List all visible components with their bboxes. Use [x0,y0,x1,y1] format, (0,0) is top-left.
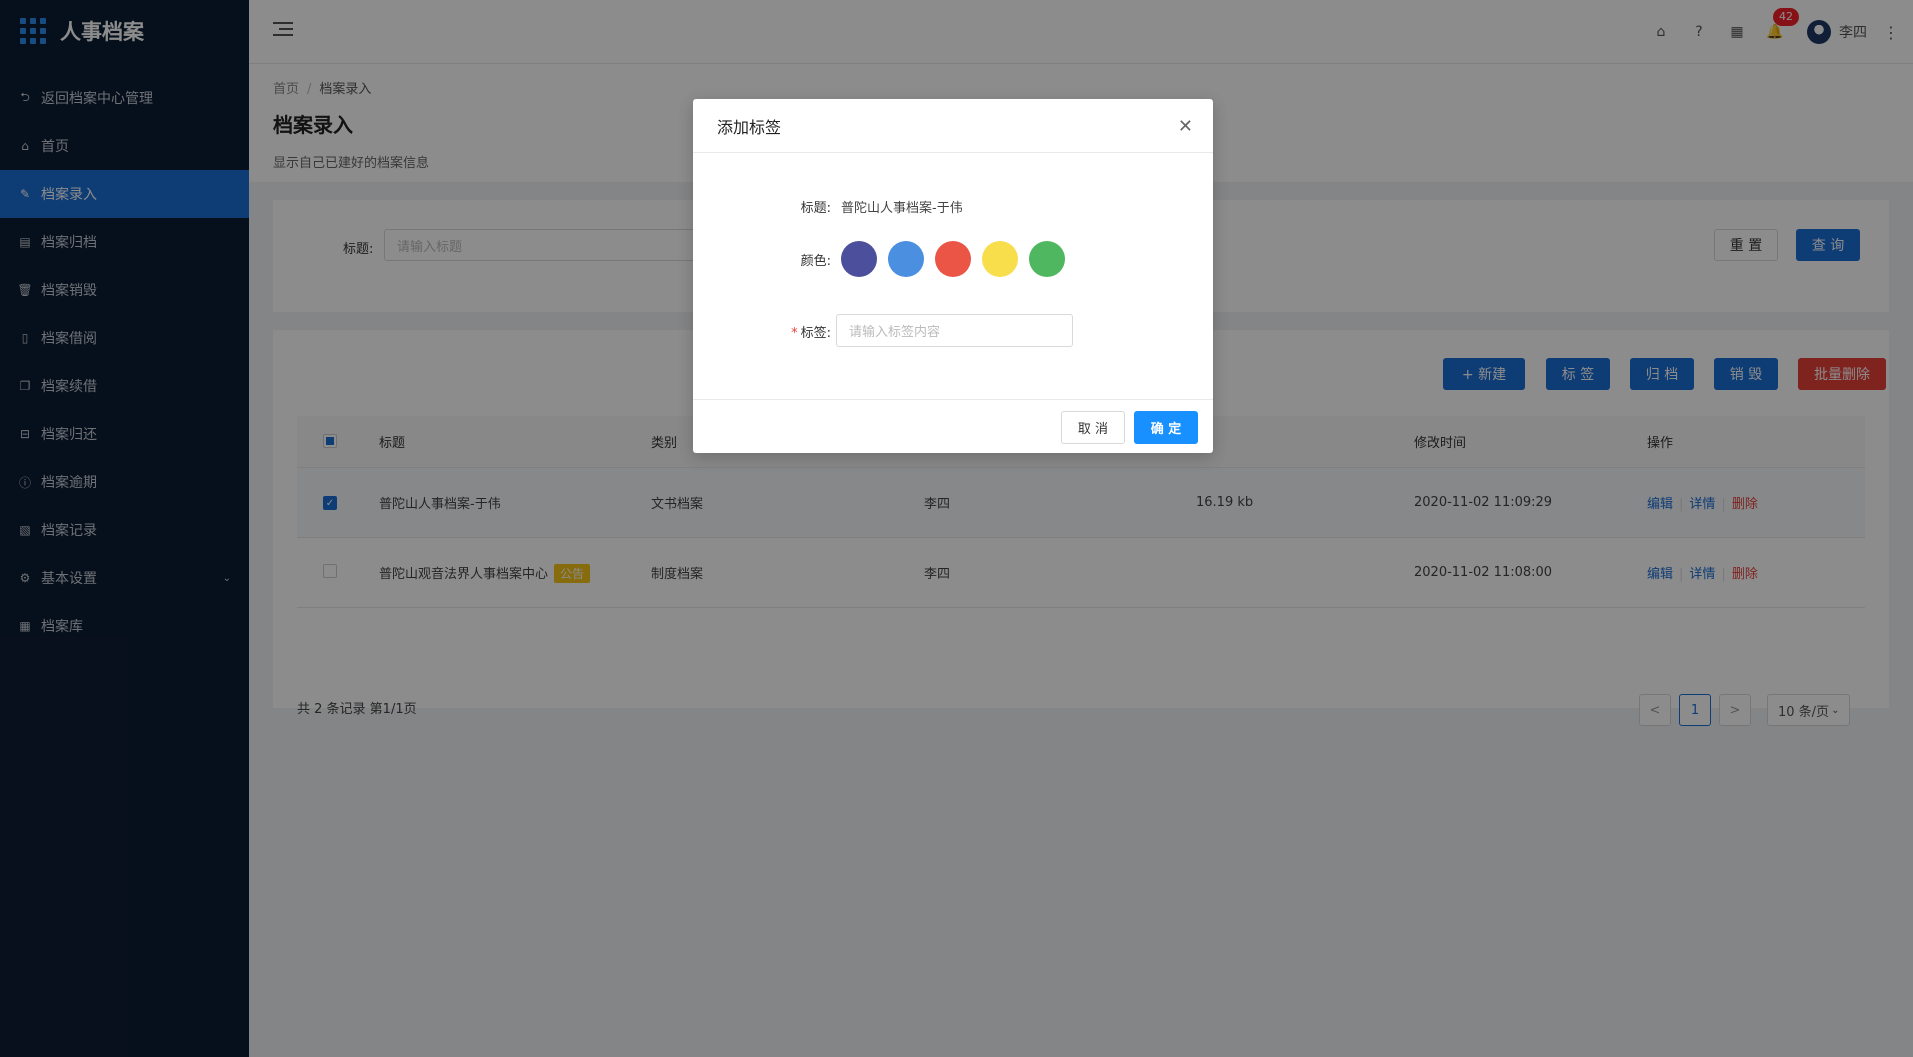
color-option-blue[interactable] [888,241,924,277]
confirm-button[interactable]: 确 定 [1134,411,1198,444]
color-option-purple[interactable] [841,241,877,277]
close-icon[interactable]: ✕ [1178,116,1193,137]
modal-title-value: 普陀山人事档案-于伟 [841,201,963,216]
color-label: 颜色: [800,254,831,269]
tag-label: * 标签: [693,322,831,341]
color-option-red[interactable] [935,241,971,277]
required-mark: * [791,326,798,341]
color-option-yellow[interactable] [982,241,1018,277]
add-tag-modal: 添加标签 ✕ 标题: 普陀山人事档案-于伟 颜色: * 标签: 请输入标签内容 取… [693,99,1213,453]
tag-content-input[interactable]: 请输入标签内容 [836,314,1073,347]
modal-body: 标题: 普陀山人事档案-于伟 颜色: * 标签: 请输入标签内容 [693,153,1213,399]
modal-header: 添加标签 ✕ [693,99,1213,153]
tag-label-text: 标签: [800,326,831,341]
modal-footer: 取 消 确 定 [693,399,1213,453]
modal-title: 添加标签 [717,117,782,137]
cancel-button[interactable]: 取 消 [1061,411,1125,444]
modal-title-label: 标题: [800,201,831,216]
color-option-green[interactable] [1029,241,1065,277]
